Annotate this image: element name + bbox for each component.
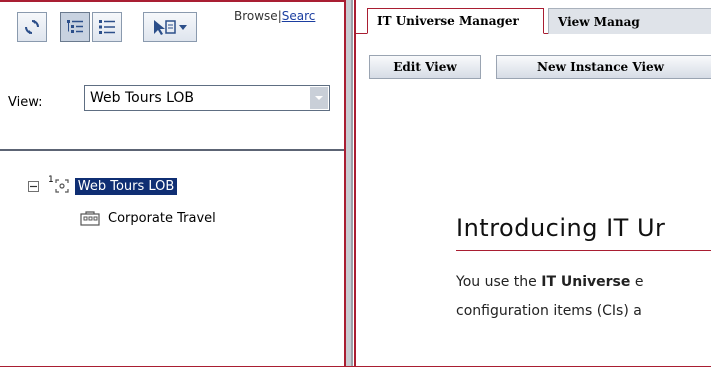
intro-bold-term: IT Universe	[541, 274, 631, 290]
view-select-value: Web Tours LOB	[90, 90, 195, 106]
tree-view-button[interactable]	[60, 12, 90, 42]
business-view-icon	[55, 179, 69, 193]
tab-view-manager[interactable]: View Manag	[548, 8, 711, 34]
title-underline	[456, 250, 711, 251]
business-unit-icon	[80, 211, 100, 226]
left-pane: Browse|Searc View: Web Tours LOB 1 Web T…	[0, 0, 346, 367]
list-view-button[interactable]	[92, 12, 122, 42]
tree-item-web-tours-lob[interactable]: 1 Web Tours LOB	[28, 175, 178, 196]
view-label: View:	[8, 95, 43, 110]
view-actions-icon	[154, 20, 187, 35]
tab-strip: IT Universe Manager View Manag	[356, 0, 711, 34]
intro-paragraph-line-2: configuration items (CIs) a	[456, 303, 642, 319]
chevron-down-icon	[179, 25, 187, 30]
page-title: Introducing IT Ur	[456, 214, 666, 242]
tree-item-label-corporate-travel[interactable]: Corporate Travel	[108, 211, 216, 226]
view-actions-button[interactable]	[143, 12, 197, 42]
pane-splitter-line	[351, 0, 353, 367]
refresh-button[interactable]	[17, 12, 47, 42]
browse-search-bar: Browse|Searc	[234, 9, 346, 23]
pane-divider	[0, 149, 344, 151]
edit-view-button[interactable]: Edit View	[369, 55, 481, 79]
tree-item-label-web-tours-lob[interactable]: Web Tours LOB	[74, 177, 178, 195]
refresh-icon	[25, 20, 39, 34]
level-badge: 1	[48, 175, 54, 185]
tree-item-corporate-travel[interactable]: Corporate Travel	[80, 208, 216, 228]
collapse-toggle-icon[interactable]	[28, 180, 39, 192]
list-view-icon	[99, 20, 115, 34]
tab-it-universe-manager[interactable]: IT Universe Manager	[367, 8, 544, 34]
search-link[interactable]: Searc	[282, 9, 316, 23]
dropdown-arrow-icon[interactable]	[310, 87, 328, 109]
intro-text-suffix: e	[630, 274, 644, 290]
intro-text: You use the	[456, 274, 542, 290]
right-pane: IT Universe Manager View Manag Edit View…	[354, 0, 711, 367]
view-select[interactable]: Web Tours LOB	[84, 85, 330, 111]
tree-view-icon	[67, 20, 83, 33]
intro-paragraph-line-1: You use the IT Universe e	[456, 274, 643, 290]
new-instance-view-button[interactable]: New Instance View	[496, 55, 711, 79]
browse-link[interactable]: Browse	[234, 9, 278, 23]
